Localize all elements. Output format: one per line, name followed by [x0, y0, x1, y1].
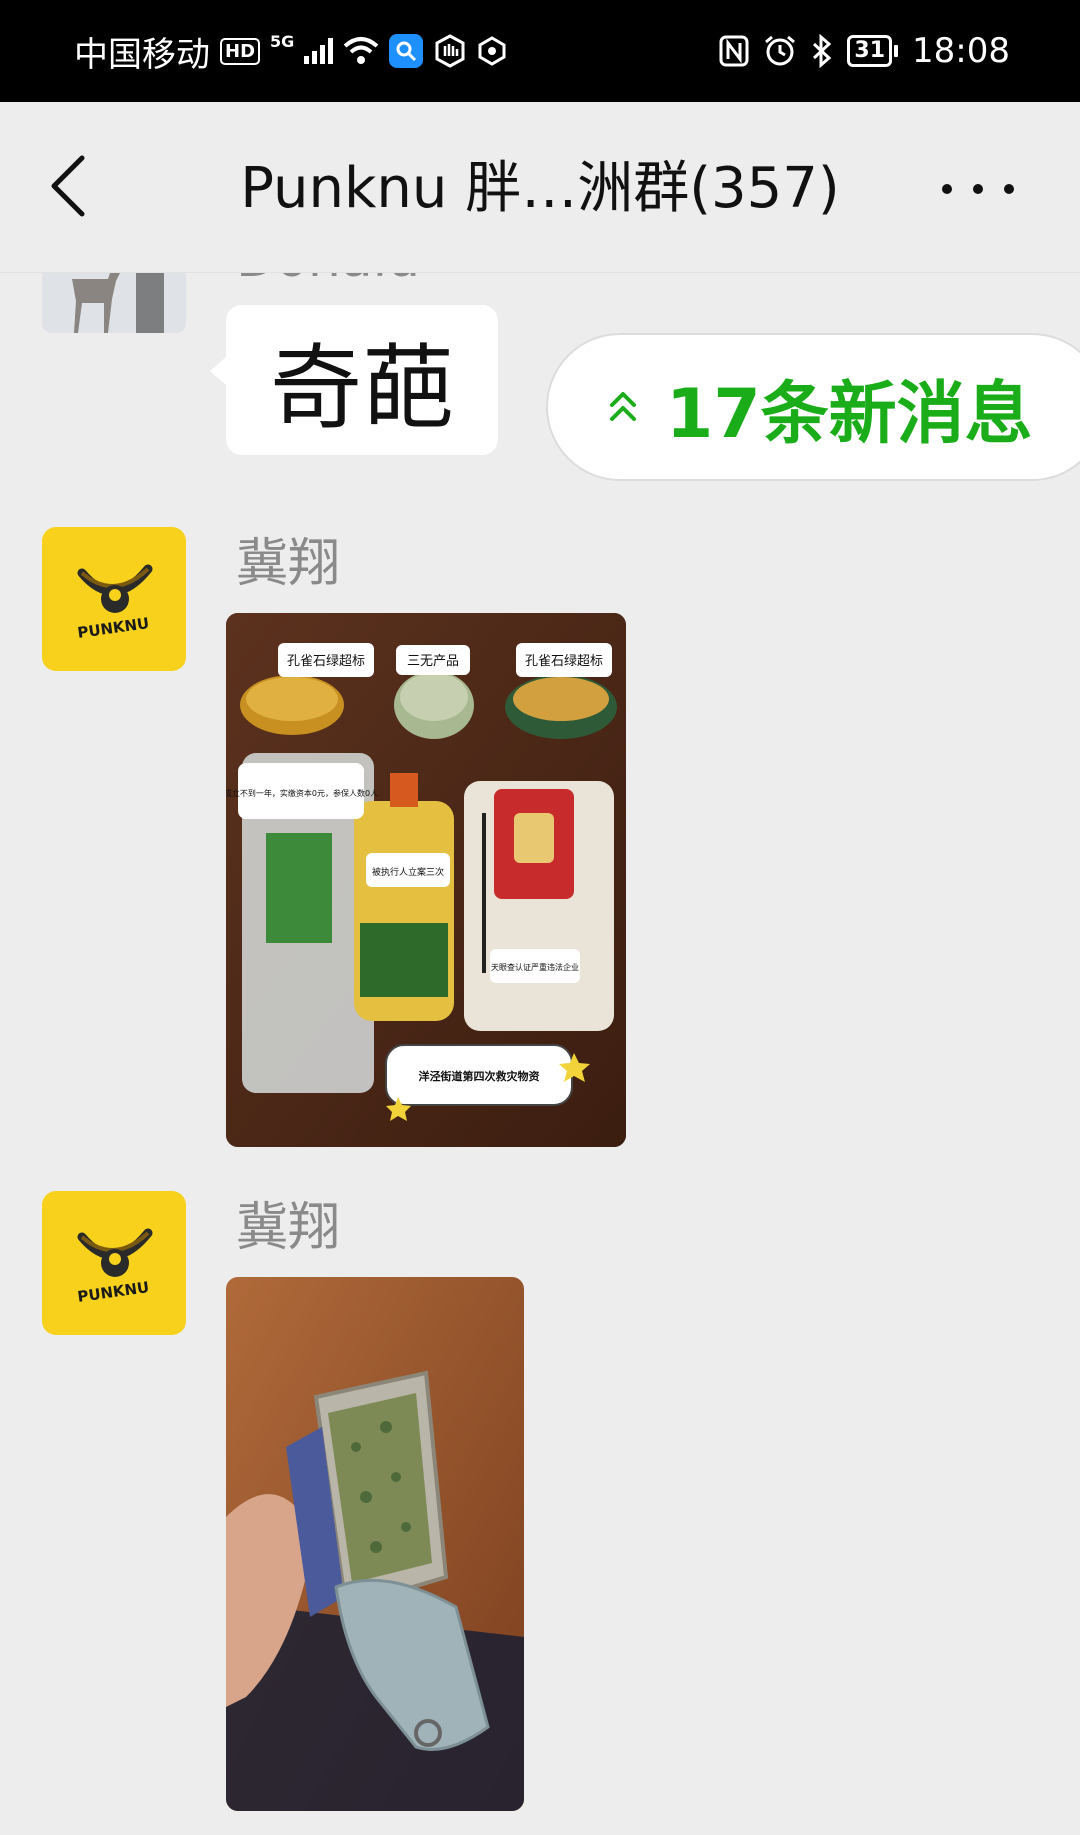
hd-icon: HD — [220, 37, 261, 65]
hexagon-icon — [478, 36, 506, 66]
wifi-icon — [343, 37, 379, 64]
search-app-icon — [389, 34, 424, 68]
photo-banner: 洋泾街道第四次救灾物资 — [419, 1069, 540, 1083]
avatar-punknu[interactable]: PUNKNU — [42, 1191, 186, 1335]
battery-icon: 31 — [847, 35, 899, 67]
carrier-label: 中国移动 — [74, 34, 210, 75]
new-messages-button[interactable]: 17条新消息 — [546, 333, 1080, 481]
nfc-icon — [719, 35, 749, 67]
logo-text: PUNKNU — [76, 614, 150, 642]
message-bubble[interactable]: 奇葩 — [226, 305, 498, 455]
avatar-punknu[interactable]: PUNKNU — [42, 527, 186, 671]
chat-header: Punknu 胖…洲群(357) — [0, 102, 1080, 273]
chat-title: Punknu 胖…洲群(357) — [240, 156, 840, 221]
photo-label: 成立不到一年，实缴资本0元，参保人数0人 — [226, 788, 378, 798]
photo-label: 三无产品 — [407, 654, 459, 669]
network-type-label: 5G — [270, 31, 295, 51]
deer-photo — [42, 273, 186, 333]
logo-text: PUNKNU — [76, 1278, 150, 1306]
moldy-can-photo — [226, 1277, 524, 1811]
status-bar: 中国移动 HD 5G 31 18:08 — [0, 0, 1080, 102]
bluetooth-icon — [813, 34, 832, 68]
image-message[interactable] — [226, 1277, 524, 1811]
sender-name: 冀翔 — [236, 534, 341, 594]
photo-label: 孔雀石绿超标 — [525, 654, 603, 669]
more-options-button[interactable] — [942, 174, 1014, 204]
status-left: 中国移动 HD 5G — [74, 26, 507, 76]
sender-name: Donald — [236, 273, 420, 289]
punknu-logo: PUNKNU — [76, 1228, 153, 1306]
hand-icon — [435, 34, 465, 68]
battery-level: 31 — [847, 35, 893, 67]
status-right: 31 18:08 — [719, 26, 1010, 76]
signal-icon — [304, 38, 334, 64]
image-message[interactable]: 孔雀石绿超标 三无产品 孔雀石绿超标 成立不到一年，实缴资本0元，参保人数0人 … — [226, 613, 626, 1147]
alarm-icon — [765, 35, 796, 66]
sender-name: 冀翔 — [236, 1198, 341, 1258]
avatar-donald[interactable] — [42, 273, 186, 333]
photo-label: 孔雀石绿超标 — [287, 654, 365, 669]
photo-label: 被执行人立案三次 — [372, 866, 444, 878]
chevron-left-icon — [51, 155, 85, 217]
message-list[interactable]: Donald 奇葩 17条新消息 PUNKNU 冀翔 — [0, 273, 1080, 1835]
back-button[interactable] — [48, 154, 98, 224]
clock: 18:08 — [912, 31, 1010, 71]
double-chevron-up-icon — [610, 392, 636, 421]
punknu-logo: PUNKNU — [76, 564, 153, 642]
new-messages-label: 17条新消息 — [666, 374, 1033, 454]
relief-supplies-photo: 孔雀石绿超标 三无产品 孔雀石绿超标 成立不到一年，实缴资本0元，参保人数0人 … — [226, 613, 626, 1147]
photo-label: 天眼查认证严重违法企业 — [491, 962, 579, 972]
